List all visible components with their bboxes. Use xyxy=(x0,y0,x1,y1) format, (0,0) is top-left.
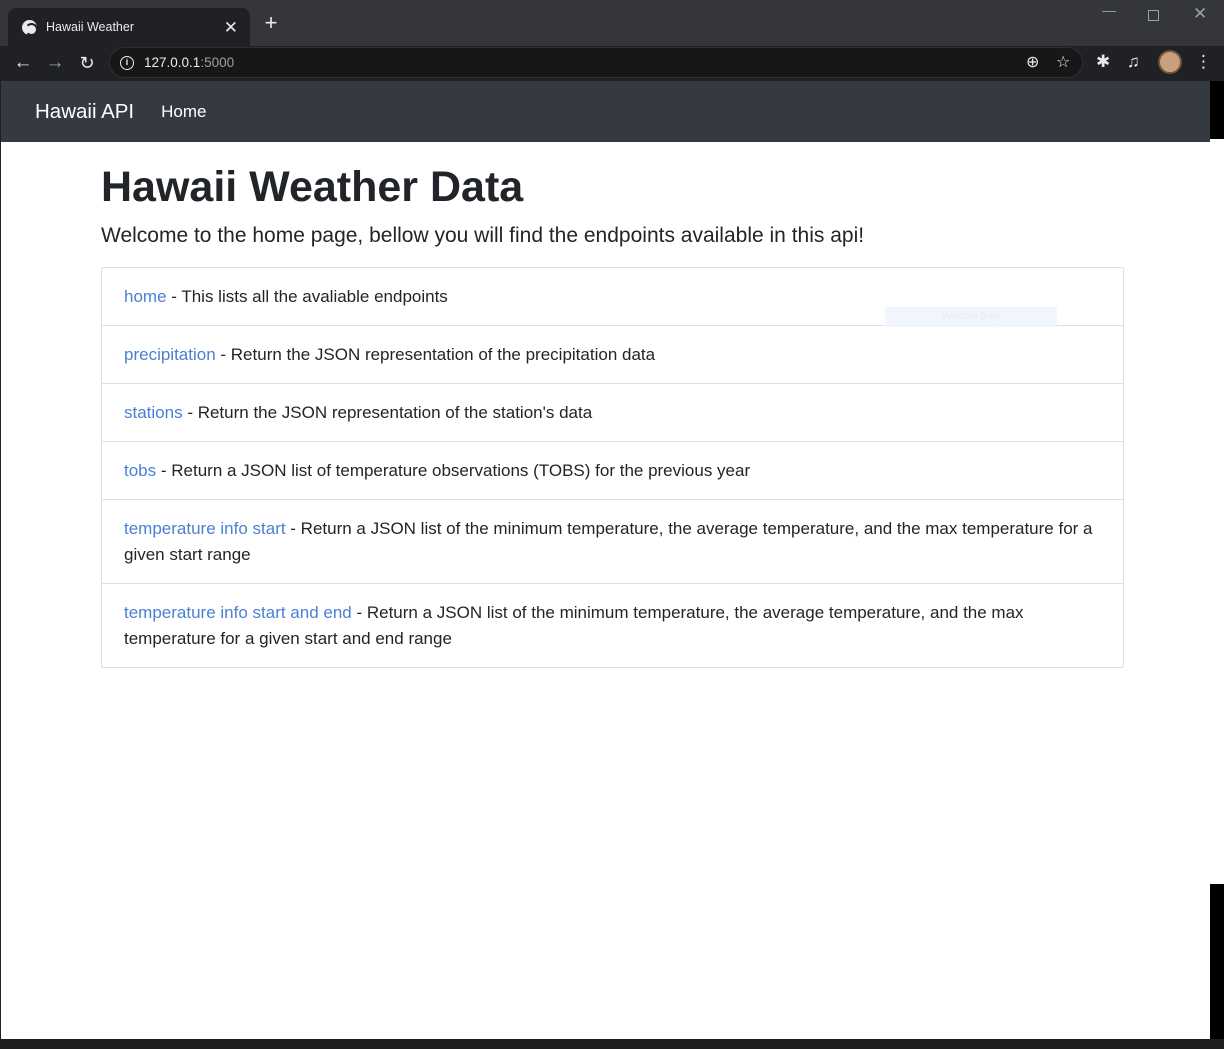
endpoint-link[interactable]: stations xyxy=(124,403,183,422)
list-item: temperature info start and end - Return … xyxy=(102,583,1123,667)
snip-tooltip: Window Snip xyxy=(885,307,1057,327)
kebab-menu-icon[interactable]: ⋮ xyxy=(1195,52,1212,72)
nav-home-link[interactable]: Home xyxy=(161,102,206,122)
main-container: Hawaii Weather Data Welcome to the home … xyxy=(101,161,1124,668)
tab-title: Hawaii Weather xyxy=(46,20,135,34)
browser-tab[interactable]: Hawaii Weather ✕ xyxy=(8,8,250,46)
new-tab-button[interactable]: + xyxy=(260,12,282,34)
url-host: 127.0.0.1 xyxy=(144,55,201,70)
page-viewport: Hawaii API Home Hawaii Weather Data Welc… xyxy=(1,81,1210,1039)
info-icon[interactable]: i xyxy=(120,55,134,70)
endpoint-list: home - This lists all the avaliable endp… xyxy=(101,267,1124,668)
window-close-icon[interactable]: ✕ xyxy=(1193,4,1207,24)
list-item: stations - Return the JSON representatio… xyxy=(102,383,1123,441)
endpoint-description: - This lists all the avaliable endpoints xyxy=(166,287,448,306)
address-bar[interactable]: i 127.0.0.1:5000 ⊕ ☆ xyxy=(109,47,1083,78)
window-edge-dark-bottom xyxy=(1210,884,1224,1049)
endpoint-link[interactable]: temperature info start xyxy=(124,519,286,538)
endpoint-description: - Return the JSON representation of the … xyxy=(182,403,593,422)
forward-icon[interactable]: → xyxy=(42,50,68,76)
tab-close-icon[interactable]: ✕ xyxy=(224,19,238,36)
media-control-icon[interactable]: ♫ xyxy=(1127,52,1140,72)
window-edge-dark-top xyxy=(1210,81,1224,139)
endpoint-description: - Return the JSON representation of the … xyxy=(215,345,656,364)
page-title: Hawaii Weather Data xyxy=(101,163,524,211)
endpoint-link[interactable]: precipitation xyxy=(124,345,216,364)
star-icon[interactable]: ☆ xyxy=(1056,52,1070,72)
endpoint-link[interactable]: home xyxy=(124,287,167,306)
back-icon[interactable]: ← xyxy=(10,50,36,76)
page-lead: Welcome to the home page, bellow you wil… xyxy=(101,224,865,247)
extensions-icon[interactable]: ✱ xyxy=(1096,52,1110,72)
avatar[interactable] xyxy=(1158,50,1182,74)
globe-icon xyxy=(22,19,38,36)
list-item: precipitation - Return the JSON represen… xyxy=(102,325,1123,383)
minimize-icon[interactable]: — xyxy=(1102,2,1116,18)
list-item: tobs - Return a JSON list of temperature… xyxy=(102,441,1123,499)
taskbar-strip xyxy=(0,1039,1224,1049)
endpoint-link[interactable]: temperature info start and end xyxy=(124,603,352,622)
list-item: temperature info start - Return a JSON l… xyxy=(102,499,1123,583)
url-port: :5000 xyxy=(200,55,235,70)
zoom-icon[interactable]: ⊕ xyxy=(1026,52,1039,72)
endpoint-link[interactable]: tobs xyxy=(124,461,156,480)
reload-icon[interactable]: ↻ xyxy=(74,50,100,76)
navbar-brand[interactable]: Hawaii API xyxy=(35,100,134,124)
browser-toolbar: ← → ↻ i 127.0.0.1:5000 ⊕ ☆ ✱ ♫ ⋮ xyxy=(0,46,1224,81)
endpoint-description: - Return a JSON list of temperature obse… xyxy=(156,461,751,480)
site-navbar: Hawaii API Home xyxy=(1,81,1210,142)
maximize-icon[interactable] xyxy=(1148,10,1159,21)
browser-tabstrip: Hawaii Weather ✕ + — ✕ xyxy=(0,0,1224,46)
